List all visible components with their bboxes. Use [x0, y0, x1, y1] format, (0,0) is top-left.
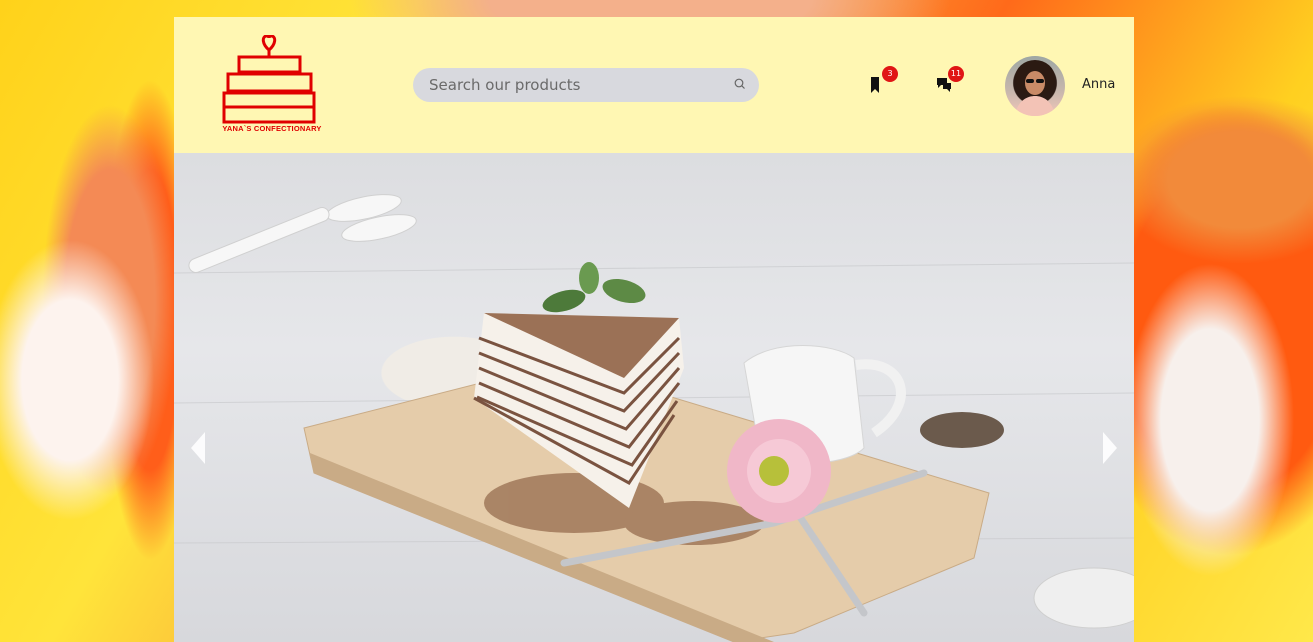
brand-logo[interactable]: YANA`S CONFECTIONARY	[222, 35, 322, 135]
messages-button[interactable]: 11	[929, 66, 965, 105]
search-bar	[413, 68, 759, 102]
search-icon[interactable]	[733, 77, 747, 91]
hero-carousel	[174, 153, 1134, 642]
chevron-left-icon[interactable]	[188, 428, 208, 468]
user-name[interactable]: Anna	[1082, 77, 1115, 92]
messages-count-badge: 11	[948, 66, 964, 82]
bookmarks-button[interactable]: 3	[863, 66, 899, 105]
header: YANA`S CONFECTIONARY 3 11	[174, 17, 1134, 153]
cake-logo-icon	[222, 35, 316, 124]
app-window: YANA`S CONFECTIONARY 3 11	[174, 17, 1134, 642]
flower-image	[727, 419, 831, 523]
bookmarks-count-badge: 3	[882, 66, 898, 82]
search-input[interactable]	[429, 68, 719, 102]
brand-name: YANA`S CONFECTIONARY	[222, 124, 322, 133]
chevron-right-icon[interactable]	[1100, 428, 1120, 468]
user-avatar[interactable]	[1005, 56, 1065, 116]
spoons-image	[188, 194, 417, 273]
avatar-photo	[1015, 60, 1055, 116]
hero-image	[174, 194, 1134, 642]
